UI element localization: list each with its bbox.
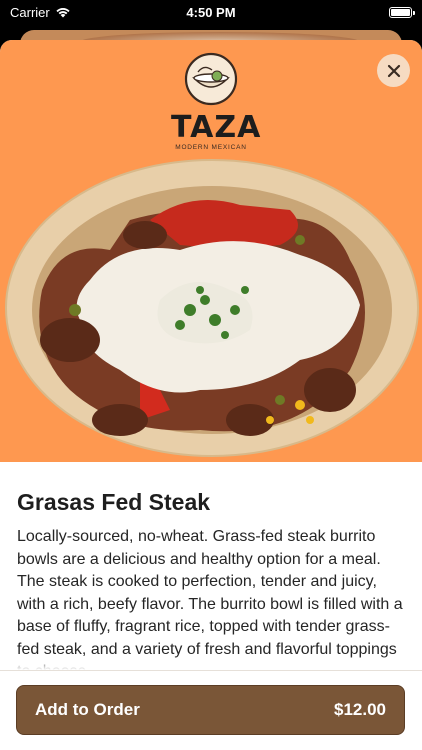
restaurant-logo: TAZA MODERN MEXICAN: [171, 52, 262, 151]
battery-icon: [389, 6, 415, 18]
add-to-order-label: Add to Order: [35, 700, 140, 719]
order-footer: Add to Order $12.00: [0, 670, 422, 750]
order-price: $12.00: [334, 700, 386, 719]
steak-bowl-illustration: [5, 159, 419, 457]
logo-wordmark: TAZA: [171, 110, 262, 145]
status-bar: Carrier 4:50 PM: [0, 0, 422, 24]
clock: 4:50 PM: [186, 4, 236, 20]
carrier-label: Carrier: [10, 4, 50, 20]
add-to-order-button[interactable]: Add to Order $12.00: [16, 685, 405, 735]
bowl-logo-icon: [184, 52, 238, 106]
item-details: Grasas Fed Steak Locally-sourced, no-whe…: [0, 462, 422, 670]
close-button[interactable]: [377, 54, 410, 87]
item-description: Locally-sourced, no-wheat. Grass-fed ste…: [17, 528, 403, 670]
scroll-fade: [0, 656, 422, 670]
item-title: Grasas Fed Steak: [17, 489, 211, 515]
item-hero-image: TAZA MODERN MEXICAN: [0, 40, 422, 462]
status-left: Carrier: [10, 5, 71, 20]
close-icon: [387, 64, 400, 77]
wifi-icon: [56, 8, 70, 18]
item-detail-sheet: TAZA MODERN MEXICAN Grasas Fed Steak Loc…: [0, 40, 422, 750]
